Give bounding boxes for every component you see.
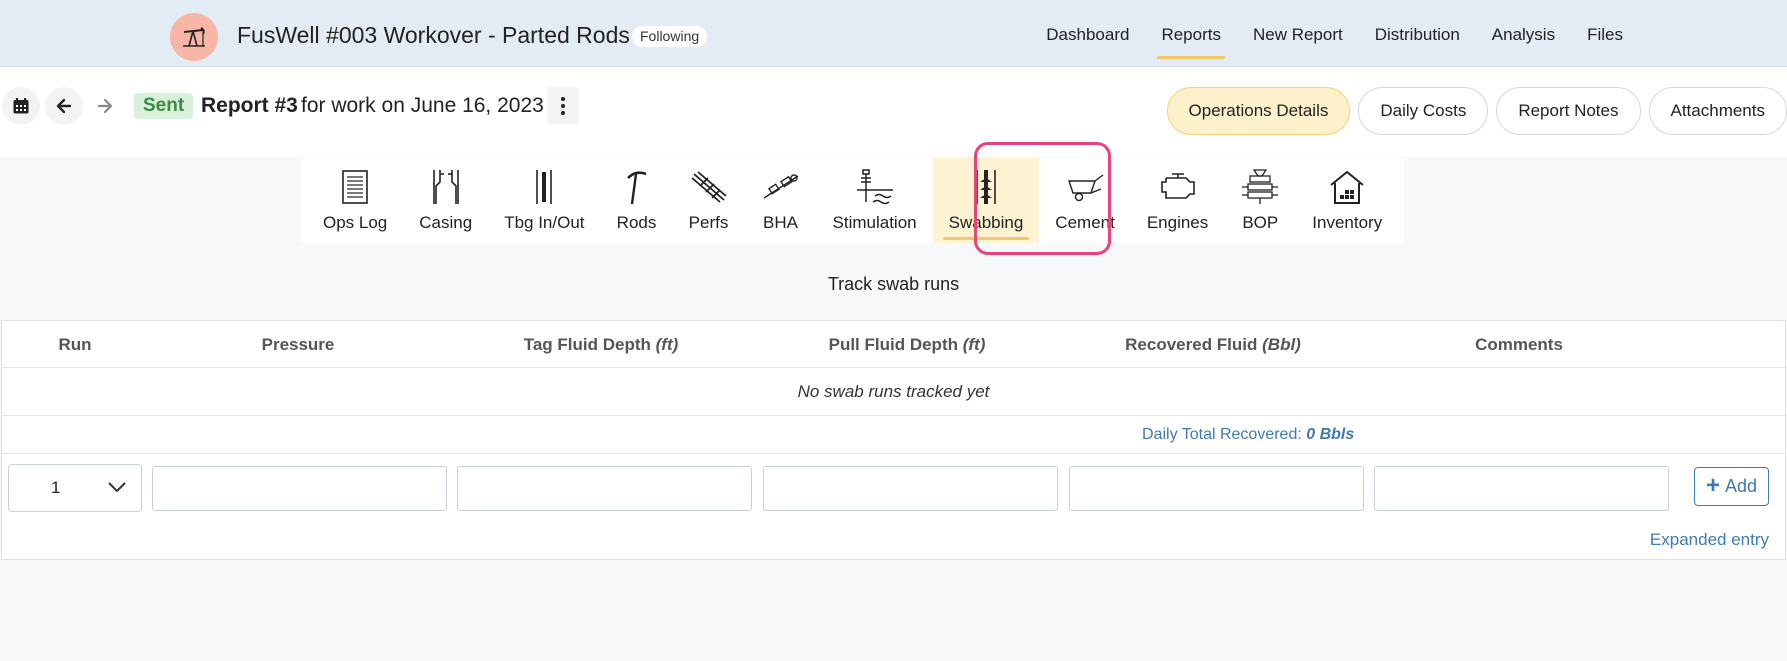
calendar-icon — [13, 98, 29, 114]
tab-label: Swabbing — [948, 213, 1024, 232]
next-report-button[interactable] — [86, 87, 124, 125]
empty-state-message: No swab runs tracked yet — [2, 368, 1785, 416]
pull-fluid-depth-input[interactable] — [763, 466, 1058, 511]
bop-icon — [1240, 167, 1280, 207]
column-header-pressure: Pressure — [261, 335, 335, 354]
tab-label: Tbg In/Out — [504, 213, 585, 232]
nav-distribution[interactable]: Distribution — [1359, 0, 1476, 67]
tab-tbg-in-out[interactable]: Tbg In/Out — [488, 158, 600, 243]
pill-daily-costs[interactable]: Daily Costs — [1358, 87, 1489, 135]
column-header-pull-fluid-depth: Pull Fluid Depth (ft) — [828, 335, 986, 354]
report-section-pills: Operations Details Daily Costs Report No… — [1166, 87, 1787, 135]
arrow-left-icon — [56, 98, 72, 114]
perfs-icon — [689, 167, 729, 207]
tab-rods[interactable]: Rods — [601, 158, 673, 243]
cement-icon — [1065, 167, 1105, 207]
top-nav: Dashboard Reports New Report Distributio… — [1030, 0, 1639, 67]
column-header-comments: Comments — [1475, 335, 1563, 354]
recovered-fluid-input[interactable] — [1069, 466, 1364, 511]
nav-analysis[interactable]: Analysis — [1476, 0, 1571, 67]
ops-log-icon — [335, 167, 375, 207]
table-header: Run Pressure Tag Fluid Depth (ft) Pull F… — [2, 321, 1785, 368]
column-header-tag-fluid-depth: Tag Fluid Depth (ft) — [523, 335, 679, 354]
tab-ops-log[interactable]: Ops Log — [307, 158, 403, 243]
expanded-entry-link[interactable]: Expanded entry — [1650, 530, 1769, 550]
pressure-input[interactable] — [152, 466, 447, 511]
section-title: Track swab runs — [827, 274, 960, 294]
tab-label: Rods — [616, 213, 657, 232]
tab-cement[interactable]: Cement — [1039, 158, 1131, 243]
tab-inventory[interactable]: Inventory — [1296, 158, 1398, 243]
daily-total-row: Daily Total Recovered: 0 Bbls — [2, 416, 1785, 454]
report-number: Report #3 — [201, 94, 298, 117]
kebab-icon — [561, 97, 565, 101]
rods-icon — [617, 167, 657, 207]
tab-label: BHA — [763, 213, 798, 232]
tab-label: Ops Log — [323, 213, 388, 232]
tab-stimulation[interactable]: Stimulation — [817, 158, 933, 243]
tab-label: Casing — [419, 213, 473, 232]
tab-bha[interactable]: BHA — [745, 158, 817, 243]
tab-label: BOP — [1242, 213, 1279, 232]
tab-bop[interactable]: BOP — [1224, 158, 1296, 243]
column-header-run: Run — [58, 335, 92, 354]
nav-reports[interactable]: Reports — [1145, 0, 1237, 67]
tab-perfs[interactable]: Perfs — [673, 158, 745, 243]
add-run-button[interactable]: + Add — [1694, 467, 1769, 506]
tubing-icon — [524, 167, 564, 207]
nav-files[interactable]: Files — [1571, 0, 1639, 67]
tab-casing[interactable]: Casing — [403, 158, 488, 243]
engine-icon — [1158, 167, 1198, 207]
report-bar: Sent Report #3 for work on June 16, 2023… — [0, 67, 1787, 157]
inventory-icon — [1327, 167, 1367, 207]
more-options-button[interactable] — [547, 87, 579, 125]
nav-dashboard[interactable]: Dashboard — [1030, 0, 1145, 67]
pill-operations-details[interactable]: Operations Details — [1166, 87, 1351, 135]
operations-tool-tabs: Ops Log Casing Tbg In/Out Rods Perfs BHA — [301, 158, 1405, 243]
tag-fluid-depth-input[interactable] — [457, 466, 752, 511]
pill-report-notes[interactable]: Report Notes — [1496, 87, 1641, 135]
nav-new-report[interactable]: New Report — [1237, 0, 1359, 67]
following-badge[interactable]: Following — [632, 26, 708, 47]
report-work-date: for work on June 16, 2023 — [301, 94, 544, 117]
pump-jack-icon[interactable] — [170, 13, 218, 61]
daily-total-recovered: Daily Total Recovered: 0 Bbls — [1142, 426, 1355, 443]
swab-runs-table: Run Pressure Tag Fluid Depth (ft) Pull F… — [1, 320, 1786, 560]
status-badge: Sent — [134, 93, 194, 119]
tab-engines[interactable]: Engines — [1131, 158, 1224, 243]
well-title: FusWell #003 Workover - Parted Rods — [237, 22, 630, 48]
bha-icon — [761, 167, 801, 207]
calendar-button[interactable] — [2, 87, 40, 125]
chevron-down-icon — [108, 482, 126, 493]
plus-icon: + — [1705, 471, 1720, 499]
run-number-select[interactable]: 1 — [8, 464, 142, 512]
arrow-right-icon — [97, 98, 113, 114]
column-header-recovered-fluid: Recovered Fluid (Bbl) — [1125, 335, 1301, 354]
pill-attachments[interactable]: Attachments — [1648, 87, 1787, 135]
swabbing-icon — [966, 167, 1006, 207]
casing-icon — [426, 167, 466, 207]
tab-label: Perfs — [688, 213, 729, 232]
tab-label: Inventory — [1312, 213, 1383, 232]
previous-report-button[interactable] — [45, 87, 83, 125]
tab-label: Cement — [1055, 213, 1115, 232]
tab-swabbing[interactable]: Swabbing — [932, 158, 1040, 243]
comments-input[interactable] — [1374, 466, 1669, 511]
top-header: FusWell #003 Workover - Parted Rods Foll… — [0, 0, 1787, 67]
tab-label: Stimulation — [832, 213, 917, 232]
new-run-entry-row: 1 + Add — [2, 454, 1785, 522]
stimulation-icon — [855, 167, 895, 207]
tab-label: Engines — [1146, 213, 1209, 232]
daily-total-value: 0 Bbls — [1306, 426, 1355, 443]
